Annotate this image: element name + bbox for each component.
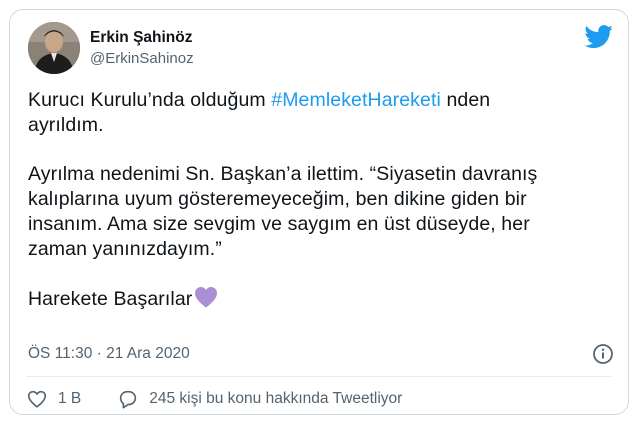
text-segment: nden [440, 89, 491, 111]
author-info[interactable]: Erkin Şahinöz @ErkinSahinoz [90, 28, 194, 69]
avatar-photo [28, 22, 80, 74]
purple-heart-emoji-icon [194, 286, 218, 308]
tweet-text: Kurucı Kurulu’nda olduğum #MemleketHarek… [28, 88, 598, 312]
tweet-actions: 1 B 245 kişi bu konu hakkında Tweetliyor [26, 388, 402, 410]
hashtag-link[interactable]: #MemleketHareketi [271, 89, 441, 111]
twitter-bird-icon[interactable] [584, 25, 614, 49]
like-count: 1 B [58, 390, 82, 407]
reply-conversation-link[interactable]: 245 kişi bu konu hakkında Tweetliyor [117, 388, 402, 410]
tweet-line: Harekete Başarılar [28, 286, 598, 312]
info-icon[interactable] [592, 343, 614, 365]
tweet-line: Kurucı Kurulu’nda olduğum #MemleketHarek… [28, 88, 598, 113]
like-button[interactable]: 1 B [26, 388, 81, 410]
tweet-card[interactable]: Erkin Şahinöz @ErkinSahinoz Kurucı Kurul… [9, 9, 629, 415]
tweet-line: Ayrılma nedenimi Sn. Başkan’a ilettim. “… [28, 163, 538, 185]
author-avatar[interactable] [28, 22, 80, 74]
heart-icon [27, 390, 47, 408]
closing-text: Harekete Başarılar [28, 288, 193, 310]
tweet-timestamp[interactable]: ÖS 11:30 · 21 Ara 2020 [28, 344, 190, 364]
author-name[interactable]: Erkin Şahinöz [90, 28, 194, 48]
author-handle[interactable]: @ErkinSahinoz [90, 49, 194, 69]
replies-text: 245 kişi bu konu hakkında Tweetliyor [149, 390, 403, 407]
tweet-line: insanım. Ama size sevgim ve saygım en üs… [28, 213, 530, 235]
divider [26, 376, 612, 377]
tweet-line: zaman yanınızdayım.” [28, 238, 222, 260]
text-segment: Kurucı Kurulu’nda olduğum [28, 89, 272, 111]
tweet-line: ayrıldım. [28, 114, 104, 136]
tweet-line: kalıplarına uyum gösteremeyeceğim, ben d… [28, 188, 527, 210]
speech-bubble-icon [120, 390, 137, 409]
